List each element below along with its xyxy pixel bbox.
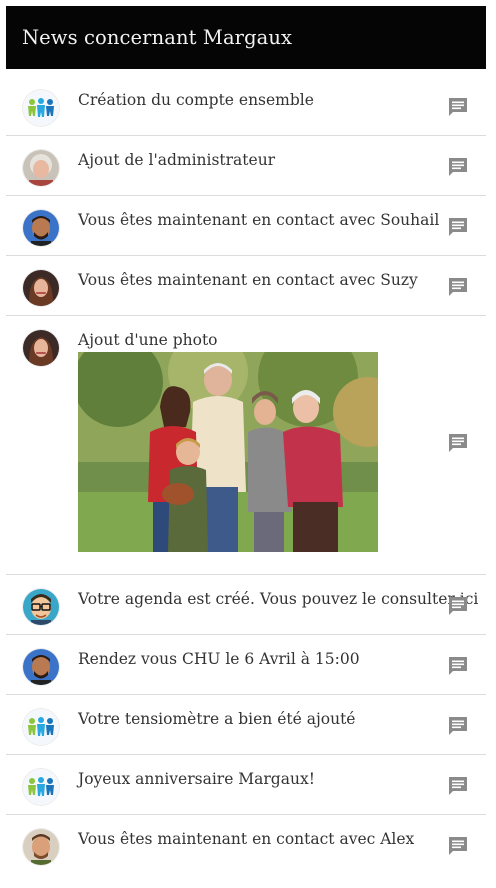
comment-icon[interactable] (447, 775, 469, 797)
comment-icon[interactable] (447, 715, 469, 737)
ensemble-logo-icon (23, 90, 59, 126)
feed-item-text: Votre agenda est créé. Vous pouvez le co… (78, 590, 479, 608)
feed-item-photo[interactable]: Ajout d'une photo (6, 316, 486, 575)
feed-item-text: Rendez vous CHU le 6 Avril à 15:00 (78, 650, 360, 668)
ensemble-logo-icon (23, 709, 59, 745)
comment-icon[interactable] (447, 655, 469, 677)
comment-icon[interactable] (447, 595, 469, 617)
grandmother-avatar (23, 150, 59, 186)
feed-item[interactable]: Rendez vous CHU le 6 Avril à 15:00 (6, 635, 486, 695)
feed-item-text: Votre tensiomètre a bien été ajouté (78, 710, 356, 728)
feed-item-text: Vous êtes maintenant en contact avec Sou… (78, 211, 440, 229)
feed-item[interactable]: Création du compte ensemble (6, 76, 486, 136)
family-photo[interactable] (78, 352, 378, 552)
comment-icon[interactable] (447, 216, 469, 238)
feed-item[interactable]: Vous êtes maintenant en contact avec Suz… (6, 256, 486, 316)
comment-icon[interactable] (447, 835, 469, 857)
comment-icon[interactable] (447, 156, 469, 178)
cartoon-avatar (23, 589, 59, 625)
feed-item-text: Vous êtes maintenant en contact avec Ale… (78, 830, 415, 848)
comment-icon[interactable] (447, 96, 469, 118)
souhail-avatar (23, 210, 59, 246)
comment-icon[interactable] (447, 276, 469, 298)
feed-item[interactable]: Vous êtes maintenant en contact avec Ale… (6, 815, 486, 875)
feed-item[interactable]: Votre tensiomètre a bien été ajouté (6, 695, 486, 755)
feed-item-text: Ajout d'une photo (78, 331, 218, 349)
feed-item-text: Vous êtes maintenant en contact avec Suz… (78, 271, 418, 289)
suzy-avatar (23, 270, 59, 306)
souhail-avatar (23, 649, 59, 685)
suzy-avatar (23, 330, 59, 366)
feed-item[interactable]: Vous êtes maintenant en contact avec Sou… (6, 196, 486, 256)
feed-item-text: Ajout de l'administrateur (78, 151, 276, 169)
feed-item[interactable]: Votre agenda est créé. Vous pouvez le co… (6, 575, 486, 635)
feed-item-text: Joyeux anniversaire Margaux! (78, 770, 315, 788)
ensemble-logo-icon (23, 769, 59, 805)
app-header: News concernant Margaux (6, 6, 486, 69)
feed-item[interactable]: Ajout de l'administrateur (6, 136, 486, 196)
feed-item-text: Création du compte ensemble (78, 91, 314, 109)
page-title: News concernant Margaux (22, 26, 293, 49)
feed-item[interactable]: Joyeux anniversaire Margaux! (6, 755, 486, 815)
comment-icon[interactable] (447, 432, 469, 454)
news-feed: Création du compte ensemble Ajout de l'a… (6, 76, 486, 875)
alex-avatar (23, 829, 59, 865)
